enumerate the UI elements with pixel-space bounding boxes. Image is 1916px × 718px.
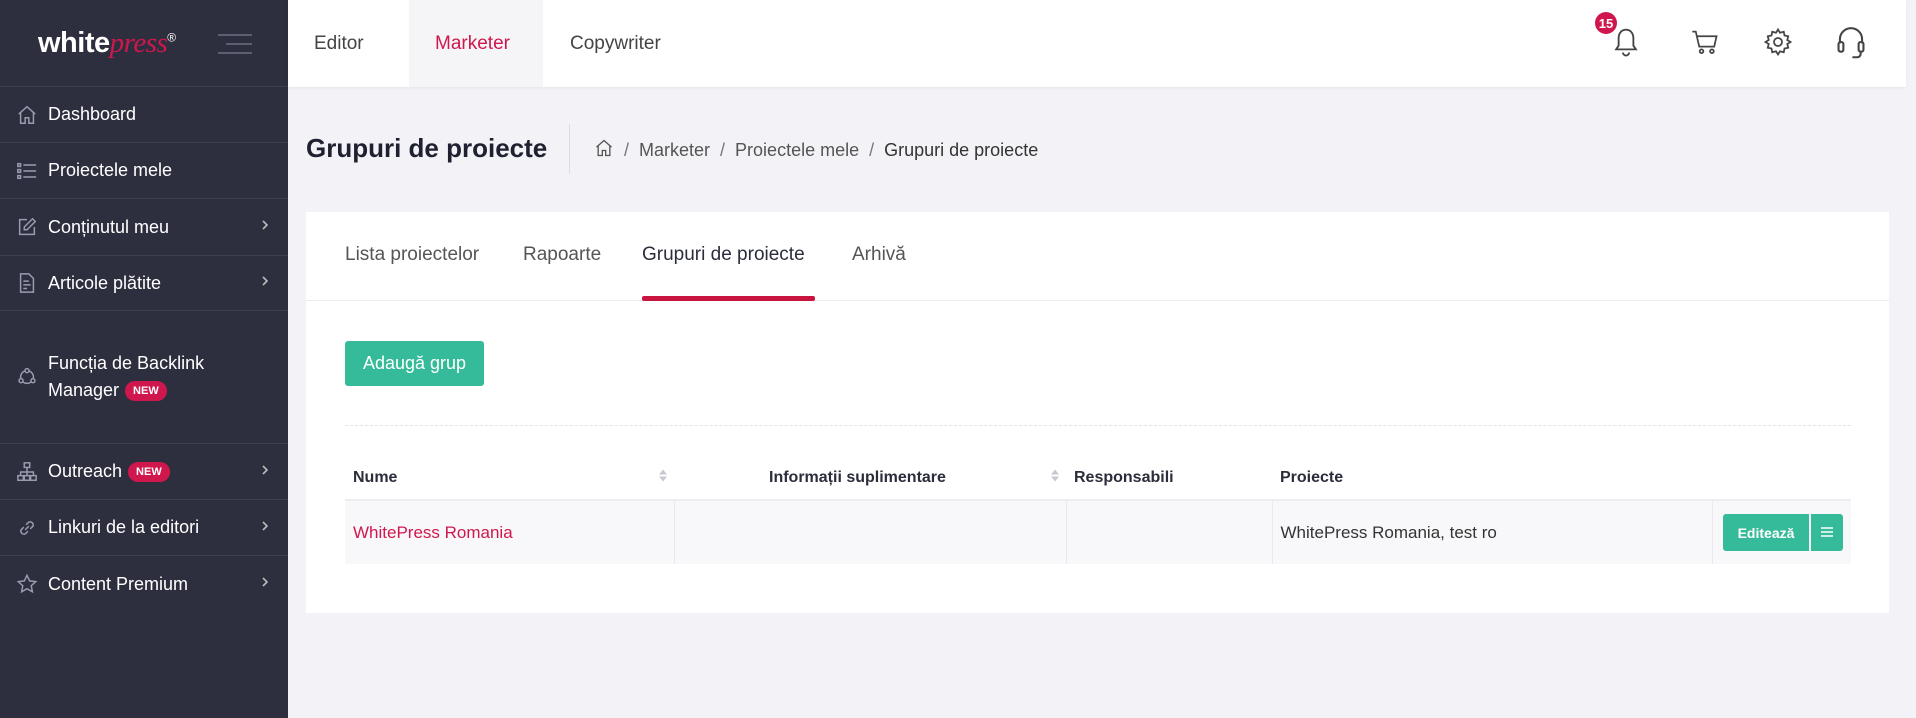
page-title: Grupuri de proiecte	[306, 133, 548, 163]
sidebar-item-label: Linkuri de la editori	[48, 517, 200, 537]
breadcrumb-marketer[interactable]: Marketer	[639, 140, 710, 161]
chevron-right-icon	[260, 463, 270, 481]
link-icon	[14, 515, 40, 541]
sidebar-item-paid-articles[interactable]: Articole plătite	[0, 256, 288, 311]
chevron-right-icon	[260, 218, 270, 236]
sidebar-item-label: Content Premium	[48, 573, 189, 594]
column-header-projects: Proiecte	[1272, 457, 1712, 501]
notification-count-badge: 15	[1595, 12, 1617, 34]
cell-responsible	[1066, 500, 1273, 564]
logo-bar: whitepress®	[0, 0, 288, 87]
breadcrumb-separator: /	[624, 140, 630, 160]
home-icon	[14, 102, 40, 128]
sidebar: whitepress® Dashboard Proiectele mele Co…	[0, 0, 288, 718]
cell-info	[674, 500, 1067, 564]
new-badge: NEW	[125, 381, 167, 402]
whitepress-logo[interactable]: whitepress®	[38, 27, 176, 60]
sidebar-item-label: Articole plătite	[48, 272, 162, 293]
document-icon	[14, 270, 40, 296]
breadcrumb-separator: /	[869, 140, 875, 160]
list-icon	[14, 158, 40, 184]
groups-table: Nume Informații suplimentare Responsabil…	[345, 457, 1851, 564]
support-headset-icon[interactable]	[1831, 22, 1871, 62]
sidebar-item-label: Outreach NEW	[48, 458, 170, 485]
sidebar-item-projects[interactable]: Proiectele mele	[0, 143, 288, 199]
tab-editor[interactable]: Editor	[288, 0, 408, 87]
tab-project-list[interactable]: Lista proiectelor	[345, 244, 479, 266]
chevron-right-icon	[260, 519, 270, 537]
star-icon	[14, 571, 40, 597]
chevron-right-icon	[260, 274, 270, 292]
column-header-info[interactable]: Informații suplimentare	[674, 457, 1066, 501]
hamburger-icon	[1820, 523, 1834, 543]
add-group-button[interactable]: Adaugă grup	[345, 341, 484, 386]
sidebar-item-content-premium[interactable]: Content Premium	[0, 556, 288, 612]
sort-icon[interactable]	[658, 468, 668, 489]
table-header-row: Nume Informații suplimentare Responsabil…	[345, 457, 1851, 501]
edit-icon	[14, 214, 40, 240]
chevron-right-icon	[260, 575, 270, 593]
column-header-actions	[1712, 457, 1851, 501]
cell-actions: Editează	[1712, 500, 1851, 564]
sidebar-item-backlink-manager[interactable]: Funcția de Backlink Manager NEW	[0, 311, 288, 444]
edit-button[interactable]: Editează	[1723, 514, 1809, 551]
divider	[345, 425, 1851, 426]
column-header-name[interactable]: Nume	[345, 457, 674, 501]
sidebar-item-label: Proiectele mele	[48, 160, 173, 180]
breadcrumb-projects[interactable]: Proiectele mele	[735, 140, 859, 161]
cell-projects: WhitePress Romania, test ro	[1272, 500, 1713, 564]
menu-toggle-icon[interactable]	[218, 34, 252, 61]
sidebar-item-content[interactable]: Conținutul meu	[0, 199, 288, 256]
sitemap-icon	[14, 459, 40, 485]
topbar: Editor Marketer Copywriter 15	[288, 0, 1906, 87]
sidebar-item-label: Dashboard	[48, 104, 137, 124]
sidebar-item-outreach[interactable]: Outreach NEW	[0, 444, 288, 500]
breadcrumb: / Marketer / Proiectele mele / Grupuri d…	[594, 138, 1038, 163]
cell-name: WhitePress Romania	[345, 500, 675, 564]
sidebar-item-label: Funcția de Backlink Manager NEW	[48, 353, 205, 402]
group-name-link[interactable]: WhitePress Romania	[353, 523, 513, 542]
card-tabs: Lista proiectelor Rapoarte Grupuri de pr…	[306, 212, 1889, 301]
sidebar-item-publisher-links[interactable]: Linkuri de la editori	[0, 500, 288, 556]
sort-icon[interactable]	[1050, 468, 1060, 489]
title-divider	[569, 124, 570, 174]
row-menu-button[interactable]	[1811, 514, 1843, 551]
network-icon	[14, 364, 40, 390]
project-groups-card: Lista proiectelor Rapoarte Grupuri de pr…	[306, 212, 1889, 613]
cart-icon[interactable]	[1685, 22, 1725, 62]
breadcrumb-separator: /	[720, 140, 726, 160]
sidebar-item-label: Conținutul meu	[48, 216, 170, 237]
active-tab-indicator	[642, 296, 815, 301]
home-icon[interactable]	[594, 138, 614, 163]
tab-reports[interactable]: Rapoarte	[523, 244, 601, 266]
breadcrumb-current: Grupuri de proiecte	[884, 140, 1039, 160]
tab-marketer[interactable]: Marketer	[409, 0, 543, 87]
column-header-responsible: Responsabili	[1066, 457, 1272, 501]
sidebar-item-dashboard[interactable]: Dashboard	[0, 87, 288, 143]
tab-project-groups[interactable]: Grupuri de proiecte	[642, 244, 805, 266]
settings-gear-icon[interactable]	[1758, 22, 1798, 62]
tab-archive[interactable]: Arhivă	[852, 244, 906, 266]
table-row: WhitePress Romania WhitePress Romania, t…	[345, 500, 1851, 564]
tab-copywriter[interactable]: Copywriter	[544, 0, 694, 87]
new-badge: NEW	[128, 462, 170, 483]
